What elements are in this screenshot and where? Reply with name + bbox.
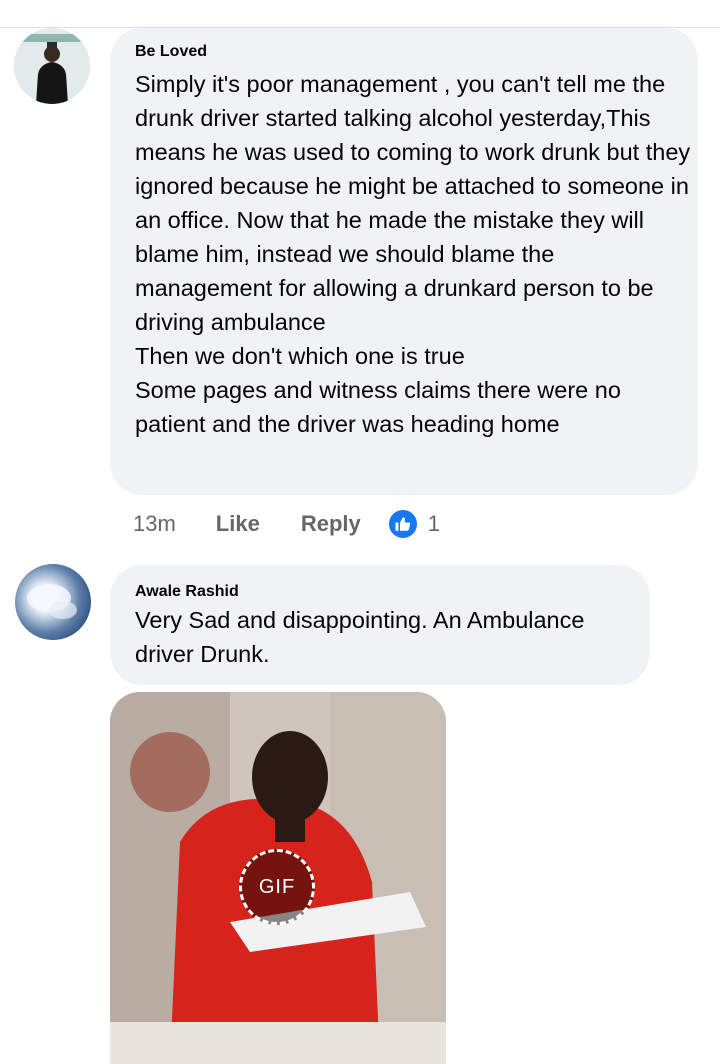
comment-timestamp[interactable]: 13m [133, 511, 176, 537]
comment-text: Very Sad and disappointing. An Ambulance… [135, 607, 591, 667]
reaction-summary[interactable]: 1 [386, 508, 440, 540]
gif-play-button[interactable]: GIF [239, 849, 315, 925]
reply-button[interactable]: Reply [301, 511, 361, 537]
gif-attachment[interactable]: GIF [110, 692, 446, 1064]
like-button[interactable]: Like [216, 511, 260, 537]
comment-author[interactable]: Be Loved [135, 43, 207, 61]
comment-author[interactable]: Awale Rashid [135, 583, 239, 601]
comment-text: Simply it's poor management , you can't … [135, 71, 691, 437]
avatar[interactable] [14, 28, 90, 104]
comment-actions: 13m Like Reply 1 [133, 505, 440, 543]
reaction-count: 1 [427, 511, 440, 536]
avatar[interactable] [15, 564, 91, 640]
like-icon [386, 508, 419, 540]
comment-bubble: Awale Rashid Very Sad and disappointing.… [110, 565, 650, 685]
comment-bubble: Be Loved Simply it's poor management , y… [110, 28, 698, 495]
